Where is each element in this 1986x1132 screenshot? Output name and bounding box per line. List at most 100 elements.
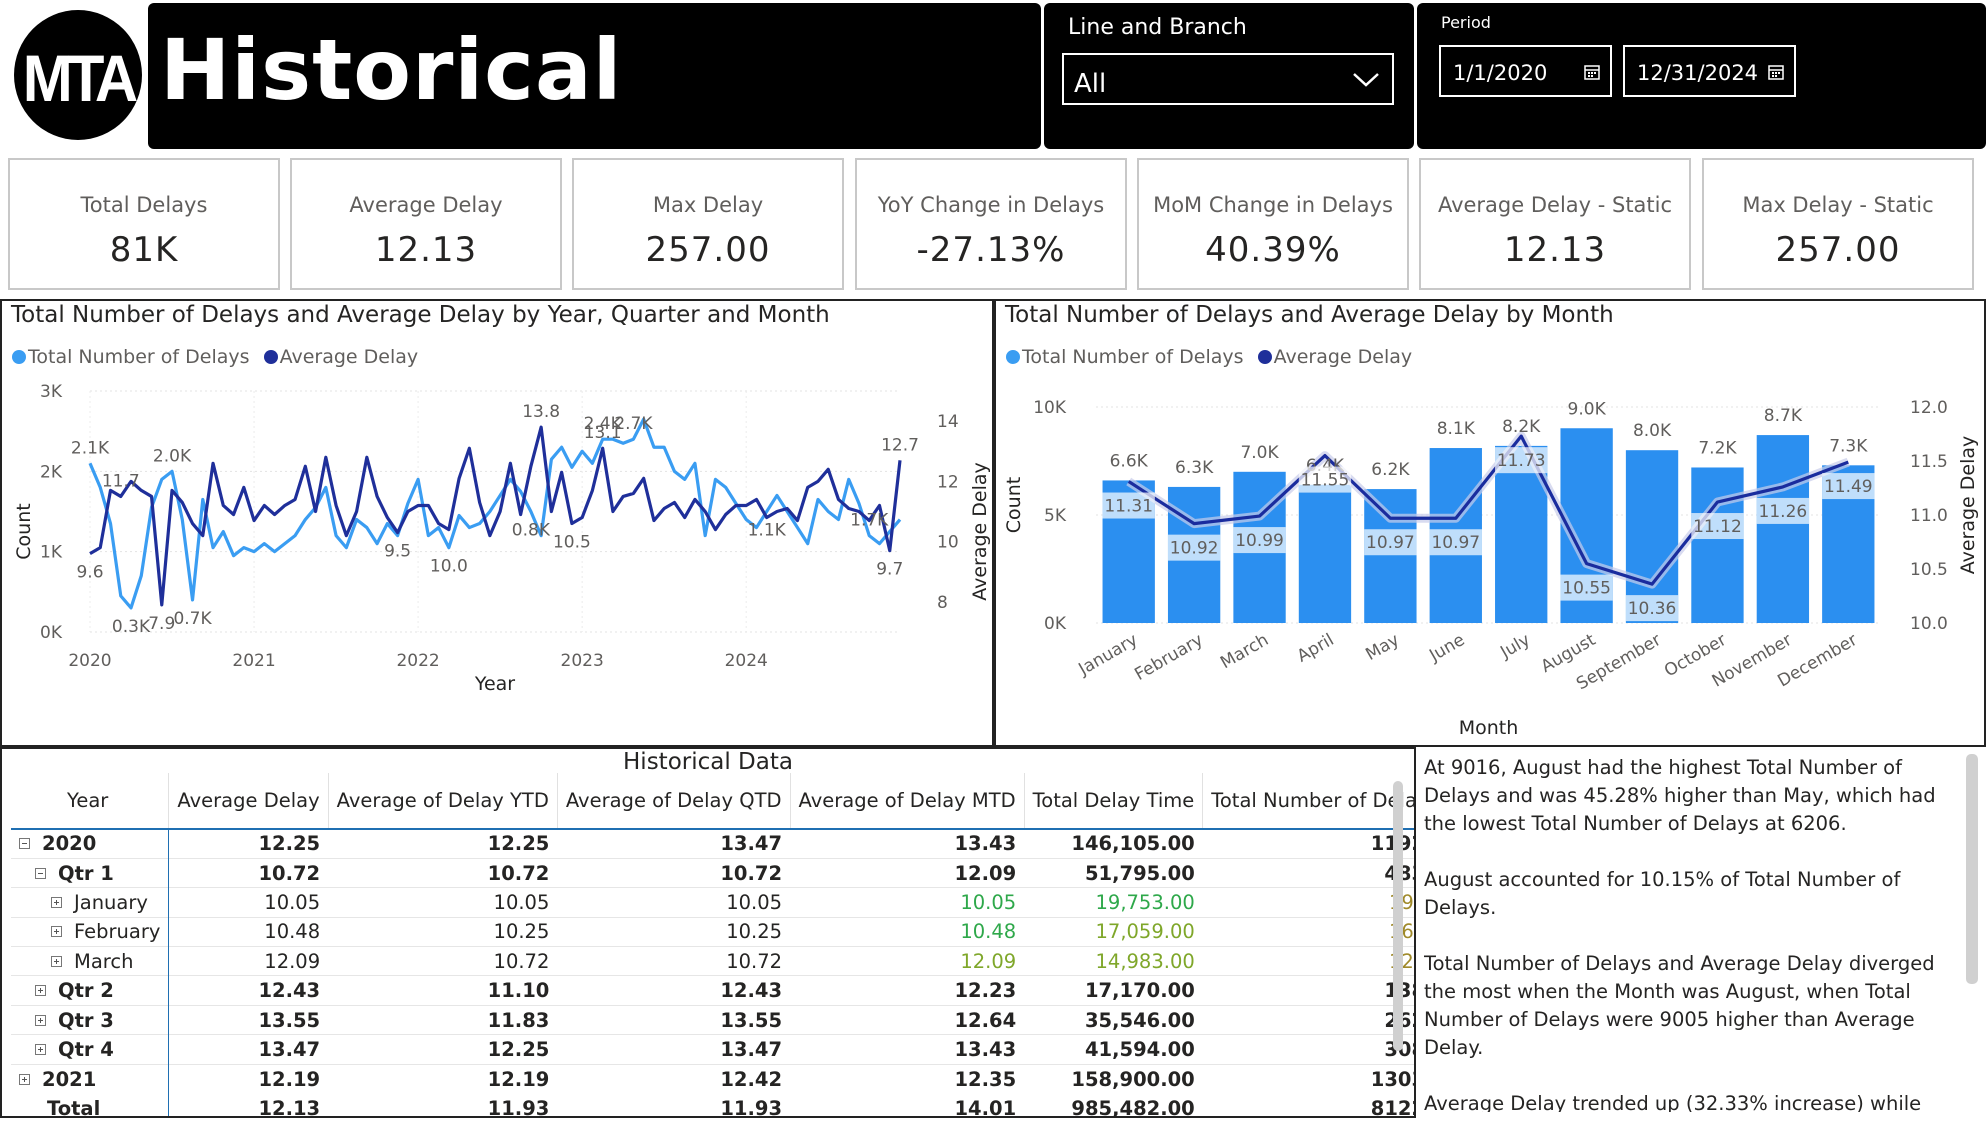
expand-icon[interactable] <box>35 1014 46 1026</box>
data-label: 13.8 <box>522 402 560 422</box>
x-tick-label: March <box>1217 630 1272 673</box>
table-cell: 1381 <box>1202 975 1414 1006</box>
table-cell: 1239 <box>1202 946 1414 976</box>
legend-item-average[interactable]: Average Delay <box>1274 346 1413 368</box>
table-cell: 12.25 <box>328 1034 558 1065</box>
table-title: Historical Data <box>623 749 793 775</box>
data-label: 8.1K <box>1437 419 1476 439</box>
bar-total-delays <box>1691 467 1744 623</box>
legend-dot-icon <box>1006 350 1020 364</box>
table-cell: 11.93 <box>720 1096 783 1118</box>
end-date-input[interactable]: 12/31/2024 <box>1623 45 1796 97</box>
expand-icon[interactable] <box>35 1043 46 1055</box>
column-header[interactable]: Average of Delay MTD <box>789 773 1025 830</box>
table-cell: 158,900.00 <box>1024 1063 1203 1094</box>
kpi-label: YoY Change in Delays <box>877 193 1105 217</box>
column-header[interactable]: Average of Delay QTD <box>556 773 791 830</box>
narrative-scrollbar[interactable] <box>1966 754 1978 984</box>
column-header[interactable]: Year <box>11 773 169 830</box>
collapse-icon[interactable] <box>35 867 46 879</box>
column-header[interactable]: Total Delay Time <box>1023 773 1203 830</box>
expand-icon[interactable] <box>51 896 62 908</box>
column-header[interactable]: Average Delay <box>168 773 329 830</box>
chart-title: Total Number of Delays and Average Delay… <box>1005 302 1614 328</box>
page-title: Historical <box>160 21 623 119</box>
table-cell: 12.43 <box>168 975 329 1006</box>
legend-item-count[interactable]: Total Number of Delays <box>28 346 250 368</box>
row-label: Total <box>47 1096 101 1118</box>
data-label: 10.55 <box>1562 579 1611 599</box>
x-axis-title: Month <box>1459 717 1519 739</box>
start-date-input[interactable]: 1/1/2020 <box>1439 45 1612 97</box>
bar-total-delays <box>1298 484 1352 623</box>
bar-total-delays <box>1756 435 1810 623</box>
expand-icon[interactable] <box>19 1073 30 1085</box>
table-cell: 10.25 <box>557 916 791 947</box>
row-label: Qtr 2 <box>58 979 114 1003</box>
line-branch-filter: Line and Branch All <box>1044 3 1414 149</box>
line-branch-dropdown[interactable]: All <box>1062 53 1394 105</box>
x-tick-label: June <box>1425 630 1468 666</box>
table-cell: 13.55 <box>557 1004 791 1035</box>
chevron-down-icon <box>1353 73 1379 87</box>
data-label: 11.31 <box>1104 497 1153 517</box>
table-row: Qtr 2 12.4311.1012.4312.2317,170.001381 <box>11 975 1414 1006</box>
historical-data-table-panel: Historical Data Year Average Delay Avera… <box>0 747 1416 1118</box>
expand-icon[interactable] <box>35 985 46 997</box>
historical-data-table[interactable]: Year Average Delay Average of Delay YTD … <box>11 773 1414 1118</box>
data-label: 10.36 <box>1628 599 1677 619</box>
collapse-icon[interactable] <box>19 838 30 850</box>
calendar-icon[interactable] <box>1768 64 1784 80</box>
bar-chart-by-month[interactable]: 0K 5K 10K 10.0 10.5 11.0 11.5 12.0 Count Average … <box>996 371 1984 747</box>
table-scrollbar[interactable] <box>1393 781 1403 1051</box>
table-row: Qtr 1 10.7210.7210.7212.0951,795.004831 <box>11 857 1414 888</box>
table-cell: 10.25 <box>328 916 558 947</box>
expand-icon[interactable] <box>51 926 62 938</box>
column-header[interactable]: Total Number of Delays <box>1202 773 1414 830</box>
legend-dot-icon <box>1257 350 1272 364</box>
y-tick-label: 0K <box>40 623 63 643</box>
data-label: 7.2K <box>1698 438 1737 458</box>
narrative-paragraph: At 9016, August had the highest Total Nu… <box>1424 756 1936 835</box>
y-tick-label: 5K <box>1044 506 1067 526</box>
table-cell: 13.55 <box>168 1004 329 1035</box>
kpi-value: 12.13 <box>1503 230 1607 270</box>
kpi-card-average-delay: Average Delay 12.13 <box>290 158 562 290</box>
y-tick-label: 1K <box>40 543 63 563</box>
legend-dot-icon <box>12 350 26 364</box>
data-label: 2.0K <box>153 446 192 466</box>
table-cell: 41,594.00 <box>1024 1034 1203 1065</box>
data-label: 11.26 <box>1759 502 1808 522</box>
column-header[interactable]: Average of Delay YTD <box>327 773 558 830</box>
y2-tick-label: 10.0 <box>1910 614 1948 634</box>
table-cell: 10.72 <box>557 946 791 976</box>
expand-icon[interactable] <box>51 955 62 967</box>
calendar-icon[interactable] <box>1584 64 1600 80</box>
y2-axis-title: Average Delay <box>969 462 991 601</box>
kpi-value: 257.00 <box>645 230 771 270</box>
data-label: 0.7K <box>173 609 212 629</box>
table-row: 2021 12.1912.1912.4212.35158,900.0013032 <box>11 1063 1414 1094</box>
legend-item-count[interactable]: Total Number of Delays <box>1022 346 1244 368</box>
table-cell: 17,170.00 <box>1024 975 1203 1006</box>
table-cell: 10.05 <box>790 887 1025 918</box>
table-cell: 10.05 <box>328 887 558 918</box>
table-cell: 12.25 <box>328 828 558 859</box>
kpi-label: Max Delay - Static <box>1742 193 1934 217</box>
table-cell: 10.72 <box>557 857 791 888</box>
y-axis-title: Count <box>13 503 35 559</box>
table-cell: 14.01 <box>954 1096 1017 1118</box>
data-label: 1.7K <box>850 511 889 531</box>
legend-item-average[interactable]: Average Delay <box>280 346 419 368</box>
kpi-value: 81K <box>109 230 179 270</box>
chart-legend: Total Number of Delays Average Delay <box>1006 346 1412 368</box>
period-label: Period <box>1441 13 1491 32</box>
x-tick-label: 2021 <box>232 651 275 671</box>
narrative-paragraph: Average Delay trended up (32.33% increas… <box>1424 1092 1922 1112</box>
table-cell: 12.35 <box>790 1063 1025 1094</box>
data-label: 10.97 <box>1431 533 1480 553</box>
table-cell: 2623 <box>1202 1004 1414 1035</box>
data-label: 10.99 <box>1235 531 1284 551</box>
line-chart-year-quarter-month[interactable]: 0K 1K 2K 3K 8 10 12 14 2020 2021 2022 2023 2024 Year C… <box>2 371 992 747</box>
table-cell: 81227 <box>1370 1096 1414 1118</box>
